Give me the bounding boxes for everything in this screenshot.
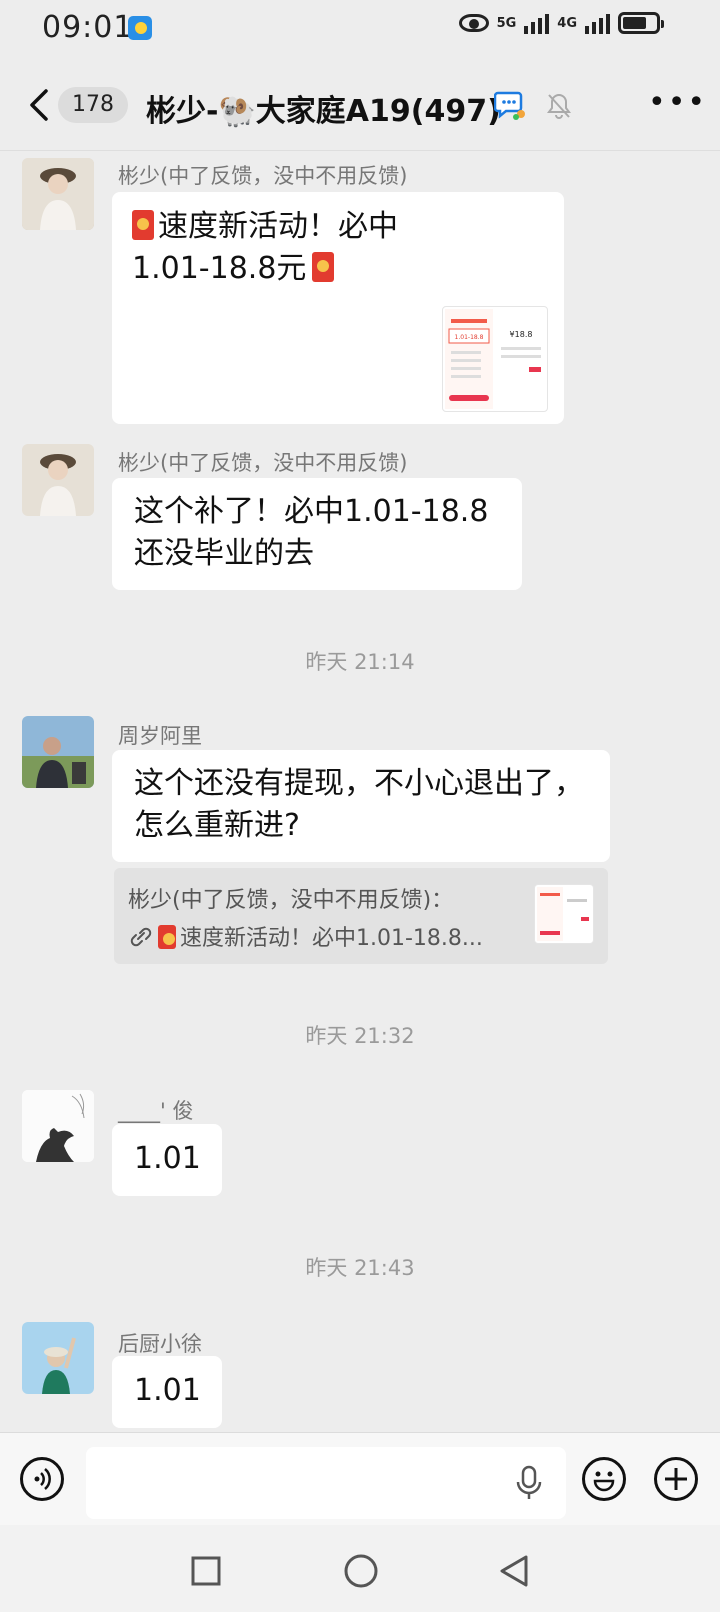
add-attachment-button[interactable] — [654, 1457, 698, 1501]
back-nav-button[interactable] — [498, 1554, 530, 1592]
network-4g-label: 4G — [557, 15, 577, 31]
timestamp: 昨天 21:43 — [305, 1256, 415, 1280]
avatar[interactable] — [22, 716, 94, 788]
unread-count-badge[interactable]: 178 — [58, 87, 128, 123]
signal-5g-icon — [524, 12, 550, 34]
avatar[interactable] — [22, 158, 94, 230]
thumb-text: ¥18.8 — [510, 330, 533, 339]
avatar[interactable] — [22, 1090, 94, 1162]
status-icons: 5G 4G — [458, 12, 664, 34]
message-text: 速度新活动！必中 — [158, 209, 398, 244]
more-options-button[interactable]: ••• — [648, 88, 707, 118]
chat-title[interactable]: 彬少-🐏大家庭A19(497) — [146, 86, 501, 130]
signal-4g-icon — [585, 12, 610, 34]
group-chat-icon — [493, 90, 525, 120]
emoji-button[interactable] — [582, 1457, 626, 1501]
message-text: 这个补了！必中1.01-18.8 — [134, 494, 489, 529]
sender-name: 后厨小徐 — [118, 1332, 202, 1356]
mute-bell-icon — [546, 92, 572, 120]
quoted-message[interactable]: 彬少(中了反馈，没中不用反馈)： 速度新活动！必中1.01-18.8... — [114, 868, 608, 964]
weather-icon — [128, 16, 152, 40]
quote-thumbnail — [534, 884, 594, 944]
link-thumbnail: 1.01-18.8 ¥18.8 — [442, 306, 548, 412]
red-envelope-icon — [158, 925, 176, 949]
smiley-icon — [593, 1471, 615, 1492]
red-envelope-icon — [132, 210, 154, 240]
sender-name: 彬少(中了反馈，没中不用反馈) — [118, 451, 408, 475]
quote-text: 速度新活动！必中1.01-18.8... — [180, 926, 483, 951]
recent-apps-button[interactable] — [191, 1556, 221, 1590]
triangle-back-icon — [500, 1555, 528, 1587]
status-time: 09:01 — [42, 10, 134, 45]
voice-toggle-button[interactable] — [20, 1457, 64, 1501]
thumb-text: 1.01-18.8 — [455, 334, 484, 341]
message-text: 这个还没有提现，不小心退出了， — [134, 766, 584, 801]
square-icon — [191, 1556, 221, 1586]
home-button[interactable] — [343, 1553, 379, 1593]
message-bubble[interactable]: 这个补了！必中1.01-18.8 还没毕业的去 — [112, 478, 522, 590]
link-icon — [130, 927, 152, 947]
circle-icon — [344, 1554, 378, 1588]
avatar[interactable] — [22, 444, 94, 516]
sender-name: 彬少(中了反馈，没中不用反馈) — [118, 164, 408, 188]
message-text: 怎么重新进? — [134, 808, 300, 843]
sender-name: ____' 俊 — [118, 1099, 194, 1123]
message-text: 1.01 — [134, 1373, 201, 1408]
header-divider — [0, 150, 720, 151]
quote-sender: 彬少(中了反馈，没中不用反馈)： — [128, 888, 454, 913]
timestamp: 昨天 21:32 — [305, 1024, 415, 1048]
back-button[interactable] — [28, 88, 58, 122]
message-bubble[interactable]: 这个还没有提现，不小心退出了， 怎么重新进? — [112, 750, 610, 862]
message-bubble[interactable]: 1.01 — [112, 1356, 222, 1428]
network-5g-label: 5G — [496, 15, 517, 31]
message-text: 还没毕业的去 — [134, 536, 314, 571]
message-text: 1.01-18.8元 — [132, 251, 307, 286]
message-input[interactable] — [86, 1447, 566, 1519]
timestamp: 昨天 21:14 — [305, 650, 415, 674]
microphone-icon[interactable] — [514, 1464, 544, 1506]
chevron-left-icon — [30, 89, 48, 121]
battery-icon — [618, 12, 664, 34]
eye-icon — [458, 14, 489, 32]
sender-name: 周岁阿里 — [118, 724, 202, 748]
message-bubble[interactable]: 1.01 — [112, 1124, 222, 1196]
plus-icon — [665, 1468, 687, 1490]
avatar[interactable] — [22, 1322, 94, 1394]
voice-wave-icon — [34, 1468, 51, 1490]
message-text: 1.01 — [134, 1141, 201, 1176]
red-envelope-icon — [312, 252, 335, 282]
